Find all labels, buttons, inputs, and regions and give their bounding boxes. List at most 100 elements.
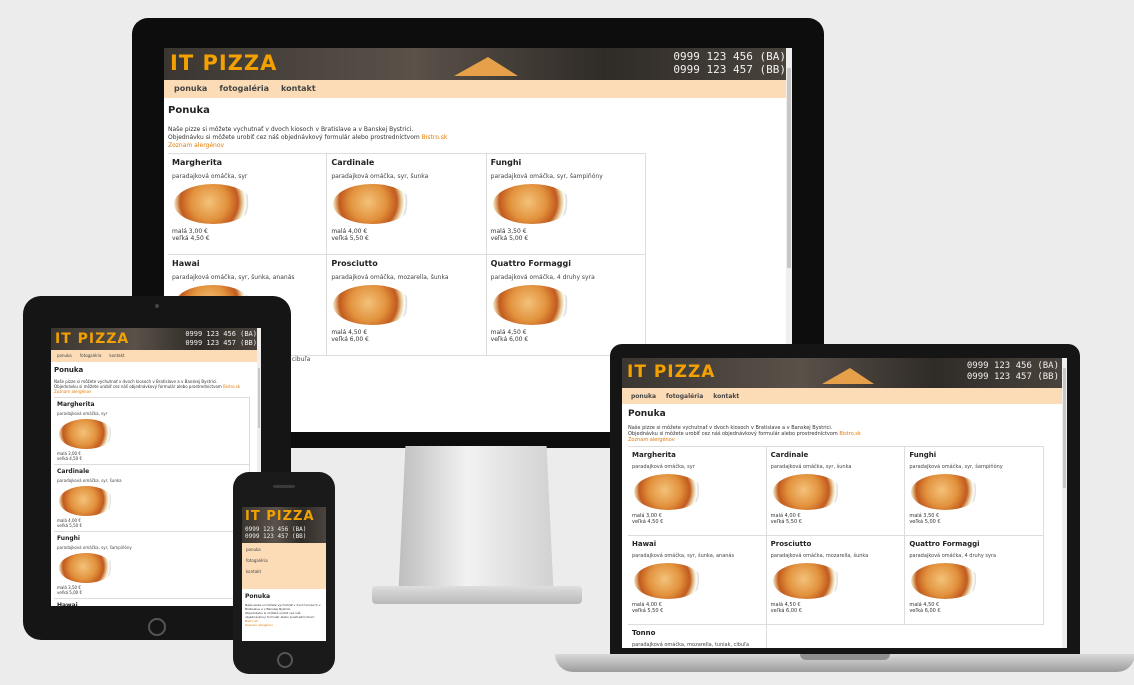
price-small: malá 4,50 €: [331, 329, 368, 336]
desktop-monitor-stand-base: [372, 586, 582, 604]
pizza-prices: malá 4,50 € veľká 6,00 €: [771, 602, 901, 614]
site-logo[interactable]: IT PIZZA: [170, 51, 277, 75]
pizza-image: [911, 474, 980, 510]
price-large: veľká 5,50 €: [632, 608, 664, 614]
pizza-card: Funghi paradajková omáčka, syr, šampiňón…: [486, 154, 646, 255]
pizza-desc: paradajková omáčka, syr, šampiňóny: [909, 464, 1003, 470]
phone-bb[interactable]: 0999 123 457 (BB): [673, 63, 786, 76]
pizza-name: Hawai: [57, 602, 78, 606]
phone-bb[interactable]: 0999 123 457 (BB): [245, 533, 306, 540]
pizza-name: Tonno: [632, 629, 656, 637]
pizza-name: Cardinale: [770, 451, 809, 459]
pizza-image: [333, 285, 412, 325]
phone-home-button[interactable]: [277, 652, 293, 668]
pizza-name: Hawai: [632, 540, 657, 548]
page-title: Ponuka: [168, 105, 210, 116]
nav-offer[interactable]: ponuka: [246, 543, 326, 558]
pizza-desc: paradajková omáčka, syr: [632, 464, 695, 470]
intro-line-1: Naše pizze si môžete vychutnať v dvoch k…: [245, 603, 321, 611]
site-logo[interactable]: IT PIZZA: [55, 331, 129, 347]
nav-contact[interactable]: kontakt: [105, 350, 128, 362]
allergen-link[interactable]: Zoznam alergénov: [245, 623, 321, 627]
price-large: veľká 5,00 €: [490, 235, 529, 242]
nav-offer[interactable]: ponuka: [626, 388, 661, 404]
pizza-image: [634, 474, 702, 510]
pizza-card: Margherita paradajková omáčka, syr malá …: [54, 397, 250, 465]
pizza-desc: paradajková omáčka, syr, šunka: [770, 464, 852, 470]
pizza-prices: malá 4,00 € veľká 5,50 €: [331, 228, 481, 242]
nav-contact[interactable]: kontakt: [708, 388, 744, 404]
price-large: veľká 6,00 €: [909, 608, 941, 614]
scrollbar-thumb[interactable]: [787, 68, 791, 268]
header-phones: 0999 123 456 (BA) 0999 123 457 (BB): [245, 526, 306, 540]
pizza-card: Funghi paradajková omáčka, syr, šampiňón…: [54, 532, 250, 599]
pizza-prices: malá 3,00 € veľká 4,50 €: [632, 513, 762, 525]
site-logo[interactable]: IT PIZZA: [627, 362, 715, 382]
scrollbar-thumb[interactable]: [1063, 368, 1066, 488]
nav-contact[interactable]: kontakt: [275, 80, 322, 98]
page-intro: Naše pizze si môžete vychutnať v dvoch k…: [245, 603, 321, 627]
site-header: IT PIZZA 0999 123 456 (BA) 0999 123 457 …: [242, 507, 326, 543]
scrollbar-thumb[interactable]: [258, 368, 260, 428]
pizza-name: Cardinale: [57, 468, 90, 475]
pizza-card: Quattro Formaggi paradajková omáčka, 4 d…: [905, 536, 1044, 625]
pizza-card: Margherita paradajková omáčka, syr malá …: [628, 447, 767, 536]
phone-speaker: [273, 485, 295, 488]
pizza-card: Quattro Formaggi paradajková omáčka, 4 d…: [486, 255, 646, 356]
allergen-link[interactable]: Zoznam alergénov: [54, 389, 261, 394]
pizza-prices: malá 3,00 € veľká 4,50 €: [57, 451, 246, 461]
price-small: malá 3,00 €: [172, 228, 208, 235]
price-large: veľká 4,50 €: [632, 519, 664, 525]
tablet-camera-icon: [155, 304, 159, 308]
pizza-prices: malá 4,00 € veľká 5,50 €: [632, 602, 762, 614]
nav-gallery[interactable]: fotogaléria: [661, 388, 708, 404]
phone-screen: IT PIZZA 0999 123 456 (BA) 0999 123 457 …: [242, 507, 326, 641]
underlay-text: , cibuľa: [288, 356, 311, 363]
phone-site: IT PIZZA 0999 123 456 (BA) 0999 123 457 …: [242, 507, 326, 627]
pizza-name: Quattro Formaggi: [909, 540, 980, 548]
pizza-card: Prosciutto paradajková omáčka, mozarella…: [327, 255, 487, 356]
laptop-notch: [800, 654, 890, 660]
scrollbar[interactable]: [1062, 358, 1067, 648]
phone-bb[interactable]: 0999 123 457 (BB): [967, 372, 1059, 383]
nav-offer[interactable]: ponuka: [53, 350, 76, 362]
pizza-name: Hawai: [172, 259, 200, 268]
price-large: veľká 6,00 €: [770, 608, 802, 614]
pizza-name: Margherita: [172, 158, 223, 167]
tablet-site: IT PIZZA 0999 123 456 (BA) 0999 123 457 …: [51, 328, 261, 606]
pizza-image: [333, 184, 412, 224]
allergen-link[interactable]: Zoznam alergénov: [628, 437, 1067, 443]
bistro-link[interactable]: Bistro.sk: [422, 134, 448, 141]
price-small: malá 4,50 €: [490, 329, 527, 336]
main-nav: ponuka fotogaléria kontakt: [622, 388, 1067, 404]
pizza-slice-logo-icon: [822, 368, 874, 384]
price-large: veľká 5,00 €: [909, 519, 941, 525]
pizza-desc: paradajková omáčka, syr, šunka, ananás: [172, 274, 295, 281]
allergen-link[interactable]: Zoznam alergénov: [168, 142, 792, 150]
nav-gallery[interactable]: fotogaléria: [76, 350, 106, 362]
price-large: veľká 4,50 €: [172, 235, 210, 242]
phone-ba[interactable]: 0999 123 456 (BA): [185, 330, 257, 339]
pizza-card: Hawai paradajková omáčka, syr, šunka, an…: [54, 599, 250, 606]
tablet-home-button[interactable]: [148, 618, 166, 636]
laptop-screen: IT PIZZA 0999 123 456 (BA) 0999 123 457 …: [622, 358, 1067, 648]
site-header: IT PIZZA 0999 123 456 (BA) 0999 123 457 …: [622, 358, 1067, 388]
nav-contact[interactable]: kontakt: [246, 569, 326, 578]
desktop-monitor-stand: [398, 446, 554, 586]
bistro-link[interactable]: Bistro.sk: [839, 431, 860, 437]
nav-gallery[interactable]: fotogaléria: [213, 80, 275, 98]
pizza-prices: malá 4,00 € veľká 5,50 €: [771, 513, 901, 525]
page-title: Ponuka: [628, 409, 666, 419]
price-large: veľká 6,00 €: [490, 336, 529, 343]
phone-ba[interactable]: 0999 123 456 (BA): [673, 50, 786, 63]
phone-ba[interactable]: 0999 123 456 (BA): [967, 361, 1059, 372]
bistro-link[interactable]: Bistro.sk: [223, 384, 240, 389]
pizza-desc: paradajková omáčka, mozarella, šunka: [770, 553, 869, 559]
phone-bb[interactable]: 0999 123 457 (BB): [185, 339, 257, 348]
site-logo[interactable]: IT PIZZA: [245, 509, 315, 524]
nav-offer[interactable]: ponuka: [168, 80, 213, 98]
pizza-slice-logo-icon: [454, 57, 518, 76]
nav-gallery[interactable]: fotogaléria: [246, 558, 326, 569]
phone-ba[interactable]: 0999 123 456 (BA): [245, 526, 306, 533]
pizza-name: Margherita: [632, 451, 676, 459]
